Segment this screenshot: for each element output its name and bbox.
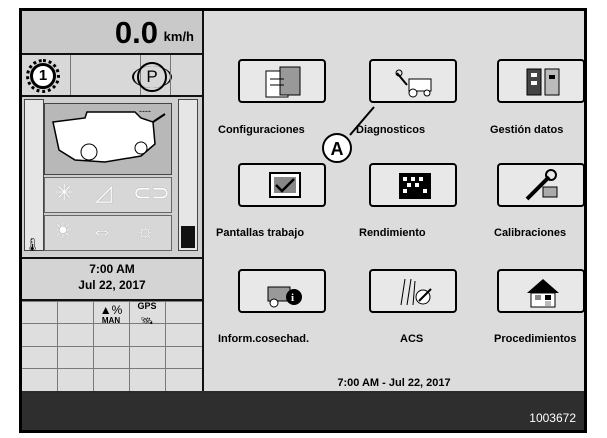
callout-a: A <box>322 133 352 163</box>
header-angle-icon: ◿ <box>95 180 112 205</box>
gear-indicator-icon: 1 <box>26 59 60 93</box>
lights-icon: ☀ <box>53 218 73 243</box>
figure-number: 1003672 <box>529 411 576 425</box>
man-label: MAN <box>101 316 121 325</box>
shortcut-grid: ▲% MAN GPS 🛰 <box>22 301 202 391</box>
speed-unit: km/h <box>163 29 194 44</box>
combine-icon: ---- <box>52 106 166 163</box>
thresher-icon: ✳ <box>55 180 74 205</box>
gps-button[interactable]: GPS 🛰 <box>130 301 164 327</box>
function-icons-row-1: ✳ ◿ ⊂⊃ <box>44 177 172 213</box>
auto-man-toggle[interactable]: ▲% MAN <box>94 301 128 325</box>
footer-bar: 1003672 <box>22 393 584 430</box>
speed-value: 0.0 <box>114 15 158 50</box>
park-cell: P <box>70 55 172 95</box>
status-cell-empty <box>140 55 171 95</box>
chain-icon: ⊂⊃ <box>133 180 170 205</box>
combine-diagram[interactable]: ---- <box>44 103 172 175</box>
combine-dashes: ---- <box>139 106 151 116</box>
status-panel: 0.0 km/h 1 P ---- ✳ ◿ ⊂⊃ ☀ ⇔ ☼ 🌡 7:00 AM… <box>22 11 204 391</box>
turn-signal-icon: ⇔ <box>91 218 113 243</box>
right-level-bar <box>178 99 198 251</box>
speed-readout: 0.0 km/h <box>22 11 202 55</box>
function-icons-row-2: ☀ ⇔ ☼ <box>44 215 172 251</box>
auto-steer-icon: ▲% <box>99 303 123 317</box>
clock-date: Jul 22, 2017 <box>78 278 146 292</box>
status-row: 1 P <box>22 55 202 97</box>
gear-cell: 1 <box>22 55 71 95</box>
gps-label: GPS <box>137 301 157 311</box>
temperature-icon: 🌡 <box>24 237 41 252</box>
beacon-icon: ☼ <box>135 218 156 243</box>
display-frame: 0.0 km/h 1 P ---- ✳ ◿ ⊂⊃ ☀ ⇔ ☼ 🌡 7:00 AM… <box>19 8 587 433</box>
clock-time: 7:00 AM <box>89 262 135 276</box>
satellite-icon: 🛰 <box>140 316 154 327</box>
left-level-bar <box>24 99 44 251</box>
machine-status-area: ---- ✳ ◿ ⊂⊃ ☀ ⇔ ☼ 🌡 <box>22 97 202 255</box>
clock-box: 7:00 AM Jul 22, 2017 <box>22 257 202 301</box>
callout-leader-line <box>349 106 375 136</box>
main-menu: Configuraciones Diagnosticos Gestión dat… <box>204 11 585 391</box>
fuel-level-fill <box>181 226 195 248</box>
